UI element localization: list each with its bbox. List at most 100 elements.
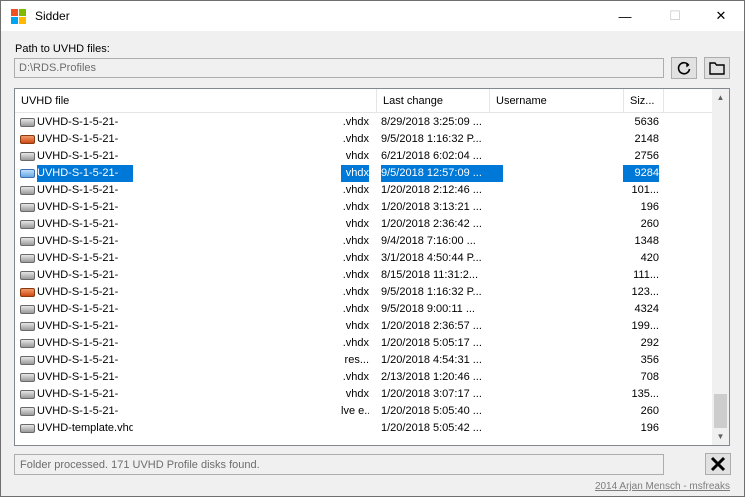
list-rows: UVHD-S-1-5-21- .vhdx 8/29/2018 3:25:09 ...… <box>15 114 713 437</box>
column-header-username[interactable]: Username <box>490 89 624 113</box>
path-field[interactable]: D:\RDS.Profiles <box>14 58 664 78</box>
size-cell: 9284 <box>623 165 659 182</box>
last-change-cell: 9/5/2018 12:57:09 ... <box>381 165 503 182</box>
size-cell: 196 <box>640 201 659 213</box>
size-cell: 260 <box>640 405 659 417</box>
scroll-down-arrow-icon[interactable]: ▼ <box>712 428 729 445</box>
file-ext-cell: vhdx <box>345 150 369 162</box>
last-change-cell: 1/20/2018 5:05:40 ... <box>381 405 482 417</box>
file-name-cell: UVHD-S-1-5-21- <box>37 371 119 383</box>
size-cell: 199... <box>631 320 659 332</box>
close-app-button[interactable] <box>705 453 731 475</box>
last-change-cell: 1/20/2018 2:36:42 ... <box>381 218 482 230</box>
window-title: Sidder <box>35 9 70 23</box>
disk-icon <box>20 135 35 144</box>
last-change-cell: 1/20/2018 5:05:17 ... <box>381 337 482 349</box>
disk-icon <box>20 288 35 297</box>
last-change-cell: 9/4/2018 7:16:00 ... <box>381 235 476 247</box>
table-row[interactable]: UVHD-S-1-5-21- .vhdx 8/29/2018 3:25:09 ...… <box>15 114 713 131</box>
column-header-size[interactable]: Siz... <box>624 89 664 113</box>
table-row[interactable]: UVHD-S-1-5-21- vhdx 1/20/2018 3:07:17 ... 1… <box>15 386 713 403</box>
title-bar[interactable]: Sidder — ☐ ✕ <box>1 1 744 31</box>
scroll-up-arrow-icon[interactable]: ▲ <box>712 89 729 106</box>
size-cell: 708 <box>640 371 659 383</box>
minimize-icon: — <box>618 8 632 24</box>
table-row[interactable]: UVHD-S-1-5-21- .vhdx 9/4/2018 7:16:00 ... 1… <box>15 233 713 250</box>
maximize-icon: ☐ <box>669 8 681 23</box>
table-row[interactable]: UVHD-S-1-5-21- .vhdx 3/1/2018 4:50:44 P...… <box>15 250 713 267</box>
size-cell: 101... <box>631 184 659 196</box>
close-window-button[interactable]: ✕ <box>698 1 744 31</box>
app-window: Sidder — ☐ ✕ Path to UVHD files: D:\RDS.… <box>0 0 745 497</box>
disk-icon <box>20 237 35 246</box>
disk-icon <box>20 152 35 161</box>
file-ext-cell: .vhdx <box>342 286 369 298</box>
disk-icon <box>20 220 35 229</box>
size-cell: 420 <box>640 252 659 264</box>
file-name-cell: UVHD-S-1-5-21- <box>37 218 119 230</box>
file-ext-cell: vhdx <box>345 218 369 230</box>
last-change-cell: 9/5/2018 1:16:32 P... <box>381 286 482 298</box>
table-row[interactable]: UVHD-S-1-5-21- vhdx 1/20/2018 2:36:42 ... 2… <box>15 216 713 233</box>
file-ext-cell: .vhdx <box>342 371 369 383</box>
file-name-cell: UVHD-S-1-5-21- <box>37 150 119 162</box>
disk-icon <box>20 169 35 178</box>
disk-icon <box>20 118 35 127</box>
file-ext-cell: vhdx <box>345 388 369 400</box>
table-row[interactable]: UVHD-S-1-5-21- vhdx 6/21/2018 6:02:04 ... 2… <box>15 148 713 165</box>
file-ext-cell: .vhdx <box>342 303 369 315</box>
disk-icon <box>20 254 35 263</box>
table-row[interactable]: UVHD-S-1-5-21- vhdx 1/20/2018 2:36:57 ... 1… <box>15 318 713 335</box>
credits-link[interactable]: 2014 Arjan Mensch - msfreaks <box>595 481 730 492</box>
file-ext-cell: .vhdx <box>342 337 369 349</box>
size-cell: 2756 <box>634 150 659 162</box>
file-name-cell: UVHD-S-1-5-21- <box>37 337 119 349</box>
size-cell: 5636 <box>634 116 659 128</box>
last-change-cell: 8/29/2018 3:25:09 ... <box>381 116 482 128</box>
file-ext-cell: .vhdx <box>342 201 369 213</box>
table-row[interactable]: UVHD-S-1-5-21- .vhdx 9/5/2018 1:16:32 P...… <box>15 131 713 148</box>
file-name-cell: UVHD-S-1-5-21- <box>37 286 119 298</box>
uvhd-list[interactable]: UVHD file Last change Username Siz... UV… <box>14 88 730 446</box>
file-name-cell: UVHD-template.vhdx <box>37 422 133 434</box>
table-row[interactable]: UVHD-S-1-5-21- .vhdx 9/5/2018 1:16:32 P...… <box>15 284 713 301</box>
table-row[interactable]: UVHD-S-1-5-21- .vhdx 1/20/2018 3:13:21 ...… <box>15 199 713 216</box>
disk-icon <box>20 424 35 433</box>
table-row[interactable]: UVHD-S-1-5-21- lve e... 1/20/2018 5:05:40 … <box>15 403 713 420</box>
column-header-file[interactable]: UVHD file <box>15 89 377 113</box>
file-name-cell: UVHD-S-1-5-21- <box>37 405 119 417</box>
last-change-cell: 9/5/2018 1:16:32 P... <box>381 133 482 145</box>
table-row[interactable]: UVHD-template.vhdx 1/20/2018 5:05:42 ... 1… <box>15 420 713 437</box>
scroll-thumb[interactable] <box>714 394 727 428</box>
table-row[interactable]: UVHD-S-1-5-21- res... 1/20/2018 4:54:31 ..… <box>15 352 713 369</box>
refresh-button[interactable] <box>671 57 697 79</box>
table-row[interactable]: UVHD-S-1-5-21- .vhdx 1/20/2018 2:12:46 ...… <box>15 182 713 199</box>
file-ext-cell: .vhdx <box>342 235 369 247</box>
vertical-scrollbar[interactable]: ▲ ▼ <box>712 89 729 445</box>
column-header-last-change[interactable]: Last change <box>377 89 490 113</box>
disk-icon <box>20 305 35 314</box>
table-row[interactable]: UVHD-S-1-5-21- .vhdx 8/15/2018 11:31:2... 1… <box>15 267 713 284</box>
table-row[interactable]: UVHD-S-1-5-21- .vhdx 1/20/2018 5:05:17 ...… <box>15 335 713 352</box>
file-name-cell: UVHD-S-1-5-21- <box>37 133 119 145</box>
table-row[interactable]: UVHD-S-1-5-21- vhdx 9/5/2018 12:57:09 ... 9… <box>15 165 713 182</box>
size-cell: 123... <box>631 286 659 298</box>
browse-folder-button[interactable] <box>704 57 730 79</box>
disk-icon <box>20 356 35 365</box>
size-cell: 292 <box>640 337 659 349</box>
status-bar: Folder processed. 171 UVHD Profile disks… <box>14 454 664 475</box>
file-ext-cell: lve e... <box>341 405 369 417</box>
size-cell: 1348 <box>634 235 659 247</box>
table-row[interactable]: UVHD-S-1-5-21- .vhdx 9/5/2018 9:00:11 ... 4… <box>15 301 713 318</box>
file-name-cell: UVHD-S-1-5-21- <box>37 320 119 332</box>
size-cell: 260 <box>640 218 659 230</box>
last-change-cell: 1/20/2018 5:05:42 ... <box>381 422 482 434</box>
last-change-cell: 1/20/2018 3:07:17 ... <box>381 388 482 400</box>
file-name-cell: UVHD-S-1-5-21- <box>37 269 119 281</box>
file-ext-cell: .vhdx <box>342 269 369 281</box>
minimize-button[interactable]: — <box>602 1 648 31</box>
file-ext-cell: vhdx <box>345 320 369 332</box>
table-row[interactable]: UVHD-S-1-5-21- .vhdx 2/13/2018 1:20:46 ...… <box>15 369 713 386</box>
close-x-icon <box>710 456 726 472</box>
last-change-cell: 1/20/2018 2:12:46 ... <box>381 184 482 196</box>
